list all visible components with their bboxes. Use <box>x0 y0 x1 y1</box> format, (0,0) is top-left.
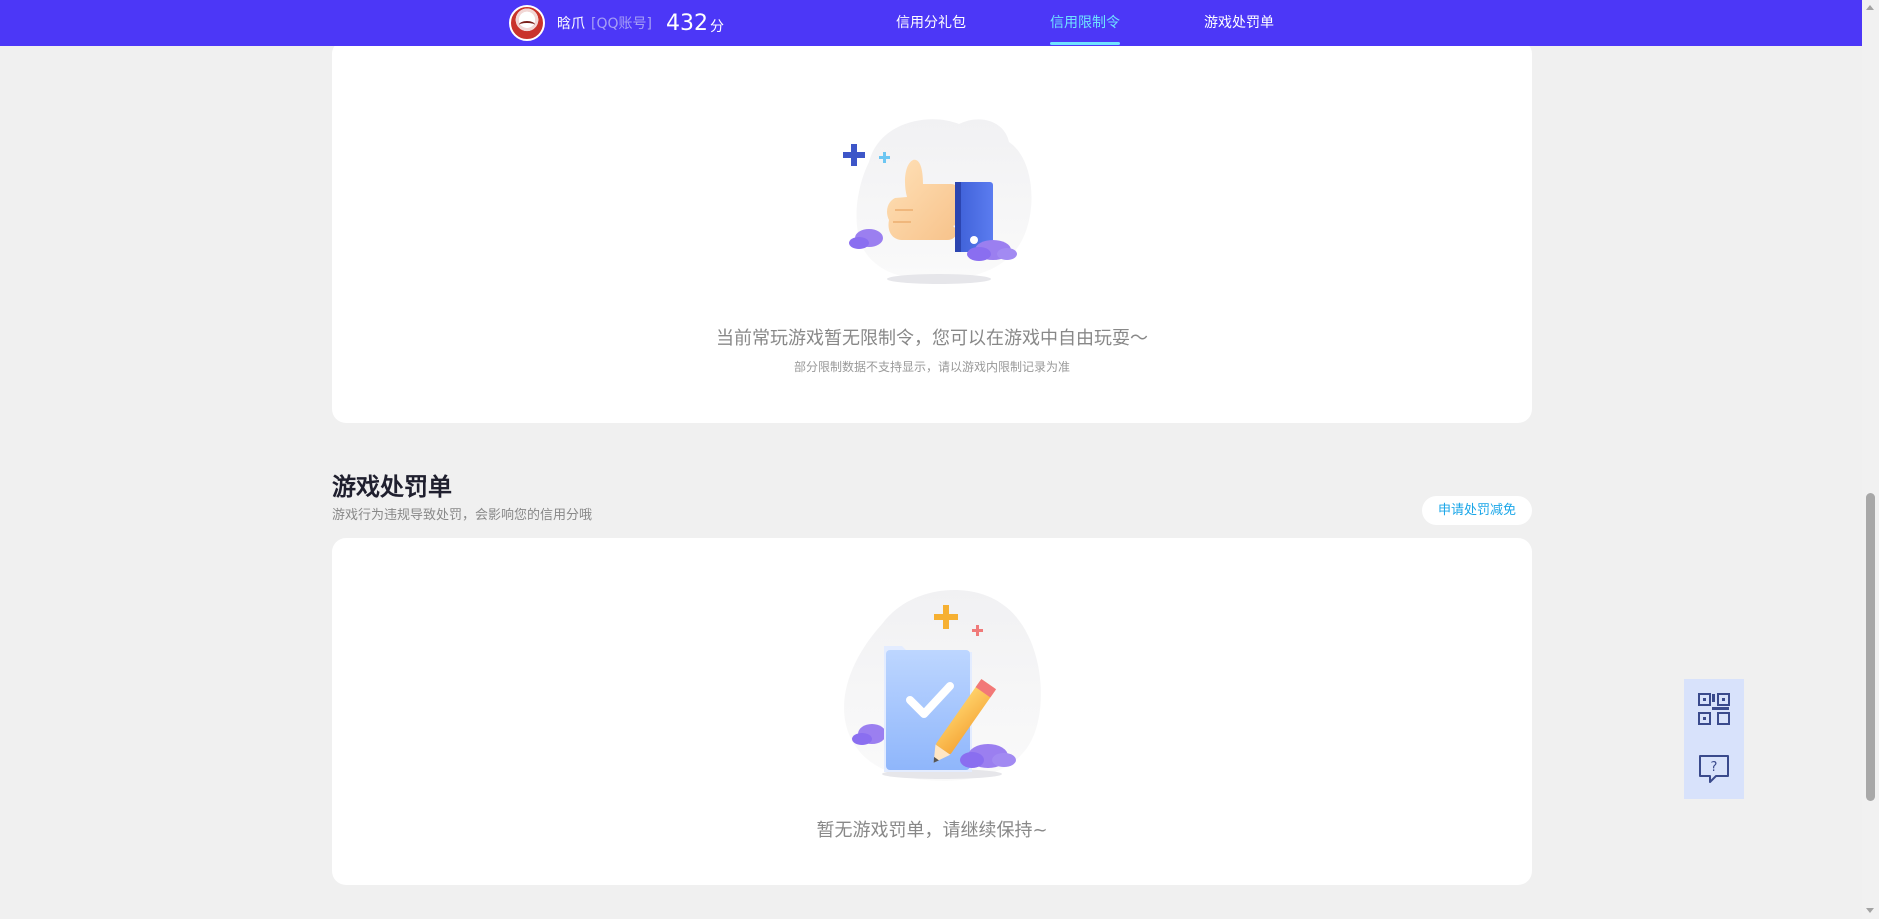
top-nav-bar: 晗爪 [QQ账号] 432 分 信用分礼包 信用限制令 游戏处罚单 <box>0 0 1862 46</box>
nav-credit-restriction[interactable]: 信用限制令 <box>1050 0 1120 46</box>
scroll-up-arrow-icon[interactable] <box>1866 5 1874 10</box>
penalty-section-title: 游戏处罚单 <box>332 473 452 501</box>
restriction-card: 当前常玩游戏暂无限制令，您可以在游戏中自由玩耍～ 部分限制数据不支持显示，请以游… <box>332 40 1532 423</box>
nav-credit-gift[interactable]: 信用分礼包 <box>896 0 966 46</box>
credit-score-unit: 分 <box>709 19 724 35</box>
scroll-down-arrow-icon[interactable] <box>1866 908 1874 913</box>
thumbs-up-icon <box>843 119 1032 284</box>
nav-game-penalty[interactable]: 游戏处罚单 <box>1204 0 1274 46</box>
avatar[interactable] <box>509 5 545 41</box>
restriction-empty-message: 当前常玩游戏暂无限制令，您可以在游戏中自由玩耍～ <box>716 328 1148 349</box>
penalty-empty-message: 暂无游戏罚单，请继续保持~ <box>816 820 1048 841</box>
qr-code-icon <box>1698 693 1730 725</box>
help-chat-icon: ? <box>1699 755 1729 783</box>
account-type: [QQ账号] <box>591 16 652 32</box>
penalty-section-description: 游戏行为违规导致处罚，会影响您的信用分哦 <box>332 508 593 523</box>
apply-penalty-reduction-button[interactable]: 申请处罚减免 <box>1422 496 1532 525</box>
username: 晗爪 <box>557 16 585 32</box>
credit-score: 432 <box>665 10 708 36</box>
svg-text:?: ? <box>1711 760 1718 775</box>
restriction-note: 部分限制数据不支持显示，请以游戏内限制记录为准 <box>793 360 1070 374</box>
user-info: 晗爪 [QQ账号] 432 分 <box>509 5 724 41</box>
scrollbar-thumb[interactable] <box>1866 493 1875 801</box>
vertical-scrollbar[interactable] <box>1862 0 1879 919</box>
penalty-card: 暂无游戏罚单，请继续保持~ <box>332 538 1532 885</box>
checklist-pencil-icon <box>844 590 1041 781</box>
help-feedback-button[interactable]: ? <box>1684 739 1744 799</box>
qr-code-button[interactable] <box>1684 679 1744 739</box>
